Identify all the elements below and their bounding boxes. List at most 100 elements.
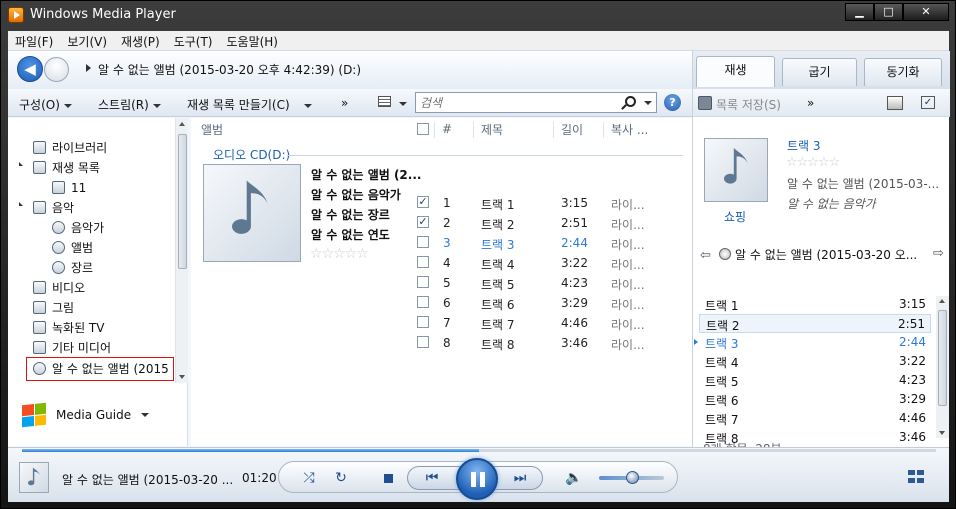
nav-playlist-11[interactable]: 11	[52, 178, 86, 197]
column-title[interactable]: 제목	[481, 118, 503, 140]
track-checkbox[interactable]: ✓	[417, 216, 429, 228]
track-checkbox[interactable]	[417, 236, 429, 248]
nav-genre[interactable]: 장르	[52, 258, 93, 277]
playlist-item[interactable]: 트랙 7 4:46	[699, 409, 931, 428]
list-options-icon[interactable]	[887, 96, 903, 110]
nav-playlists[interactable]: 재생 목록	[33, 158, 100, 177]
playlist-scrollbar[interactable]	[936, 296, 949, 438]
menu-play[interactable]: 재생(P)	[114, 31, 167, 50]
toolbar-more-button[interactable]: »	[341, 96, 348, 110]
switch-to-now-playing-icon[interactable]	[908, 470, 926, 484]
create-playlist-menu[interactable]: 재생 목록 만들기(C)	[187, 96, 312, 113]
nav-artist[interactable]: 음악가	[52, 218, 104, 237]
track-checkbox[interactable]	[417, 276, 429, 288]
track-row[interactable]: 3 트랙 3 2:44 라이...	[417, 233, 692, 253]
column-number[interactable]: #	[442, 118, 452, 140]
nav-recorded-tv[interactable]: 녹화된 TV	[33, 318, 104, 337]
nav-music[interactable]: 음악	[33, 198, 74, 217]
menu-file[interactable]: 파일(F)	[8, 31, 60, 50]
title-bar[interactable]: Windows Media Player ▁ □ ✕	[1, 1, 955, 29]
search-input[interactable]	[420, 95, 615, 111]
now-playing-art[interactable]	[704, 138, 768, 202]
search-box[interactable]	[415, 92, 657, 113]
track-row[interactable]: ✓ 1 트랙 1 3:15 라이...	[417, 193, 692, 213]
track-row[interactable]: 4 트랙 4 3:22 라이...	[417, 253, 692, 273]
seek-bar[interactable]	[22, 449, 936, 452]
collapse-icon[interactable]	[19, 202, 27, 206]
album-artist[interactable]: 알 수 없는 음악가	[311, 186, 401, 203]
scroll-up-icon[interactable]	[939, 299, 945, 303]
column-rip-status[interactable]: 복사 ...	[611, 118, 648, 140]
scroll-down-icon[interactable]	[939, 431, 945, 435]
playlist-item[interactable]: 트랙 6 3:29	[699, 390, 931, 409]
nav-scroll-thumb[interactable]	[178, 134, 187, 269]
playlist-scroll-thumb[interactable]	[938, 310, 947, 406]
help-icon[interactable]: ?	[664, 94, 681, 111]
volume-knob[interactable]	[625, 471, 639, 484]
album-year[interactable]: 알 수 없는 연도	[311, 226, 390, 243]
playlist-name[interactable]: 알 수 없는 앨범 (2015-03-20 오...	[735, 246, 917, 263]
track-checkbox[interactable]	[417, 296, 429, 308]
maximize-button[interactable]: □	[874, 3, 903, 21]
column-length[interactable]: 길이	[561, 118, 583, 140]
nav-pictures[interactable]: 그림	[33, 298, 74, 317]
menu-help[interactable]: 도움말(H)	[219, 31, 285, 50]
track-row[interactable]: 5 트랙 5 4:23 라이...	[417, 273, 692, 293]
group-header[interactable]: 오디오 CD(D:)	[213, 146, 290, 163]
menu-view[interactable]: 보기(V)	[60, 31, 114, 50]
shuffle-icon[interactable]: ⤮	[299, 468, 319, 488]
nav-scrollbar[interactable]	[175, 118, 188, 383]
now-playing-rating[interactable]: ☆☆☆☆☆	[786, 155, 840, 170]
track-row[interactable]: ✓ 2 트랙 2 2:51 라이...	[417, 213, 692, 233]
organize-menu[interactable]: 구성(O)	[19, 96, 72, 113]
track-checkbox[interactable]	[417, 256, 429, 268]
scroll-up-icon[interactable]	[179, 122, 185, 126]
tab-play[interactable]: 재생	[696, 56, 775, 87]
breadcrumb[interactable]: 알 수 없는 앨범 (2015-03-20 오후 4:42:39) (D:)	[98, 61, 361, 78]
column-album[interactable]: 앨범	[201, 118, 223, 140]
now-playing-artist[interactable]: 알 수 없는 음악가	[787, 195, 876, 212]
album-rating-stars[interactable]: ☆☆☆☆☆	[310, 246, 369, 262]
album-name[interactable]: 알 수 없는 앨범 (2...	[311, 166, 421, 183]
view-options-button[interactable]	[378, 96, 407, 110]
prev-list-arrow-icon[interactable]: ⇦	[700, 248, 711, 263]
playlist-item[interactable]: 트랙 4 3:22	[699, 352, 931, 371]
collapse-icon[interactable]	[19, 162, 27, 166]
playlist-item[interactable]: 트랙 5 4:23	[699, 371, 931, 390]
album-art[interactable]	[203, 164, 301, 262]
close-button[interactable]: ✕	[903, 3, 949, 21]
stop-icon[interactable]	[384, 474, 393, 483]
search-icon[interactable]	[625, 96, 636, 107]
next-list-arrow-icon[interactable]: ⇨	[933, 246, 944, 261]
nav-video[interactable]: 비디오	[33, 278, 85, 297]
track-checkbox[interactable]: ✓	[417, 196, 429, 208]
save-list-button[interactable]: 목록 저장(S)	[716, 96, 781, 113]
next-icon[interactable]: ⏭	[510, 468, 530, 488]
stream-menu[interactable]: 스트림(R)	[98, 96, 161, 113]
repeat-icon[interactable]: ↻	[331, 468, 351, 488]
breadcrumb-arrow-icon[interactable]	[86, 64, 91, 72]
volume-icon[interactable]: 🔈	[564, 468, 584, 488]
now-playing-title[interactable]: 트랙 3	[787, 137, 821, 154]
list-check-icon[interactable]: ✓	[921, 96, 935, 109]
tab-sync[interactable]: 동기화	[864, 58, 942, 86]
scroll-down-icon[interactable]	[179, 375, 185, 379]
previous-icon[interactable]: ⏮	[422, 468, 442, 488]
nav-library[interactable]: 라이브러리	[33, 138, 107, 157]
track-row[interactable]: 6 트랙 6 3:29 라이...	[417, 293, 692, 313]
list-more-button[interactable]: »	[807, 96, 814, 110]
track-row[interactable]: 8 트랙 8 3:46 라이...	[417, 333, 692, 353]
nav-other-media[interactable]: 기타 미디어	[33, 338, 111, 357]
track-row[interactable]: 7 트랙 7 4:46 라이...	[417, 313, 692, 333]
nav-album[interactable]: 앨범	[52, 238, 93, 257]
pause-button[interactable]	[456, 458, 498, 500]
minimize-button[interactable]: ▁	[845, 3, 874, 21]
back-button[interactable]: ◀	[17, 56, 43, 82]
track-checkbox[interactable]	[417, 336, 429, 348]
now-playing-album[interactable]: 알 수 없는 앨범 (2015-03-...	[787, 175, 939, 192]
forward-button[interactable]	[44, 57, 69, 82]
track-checkbox[interactable]	[417, 316, 429, 328]
mini-album-art[interactable]	[19, 462, 49, 493]
playlist-item[interactable]: 트랙 1 3:15	[699, 295, 931, 314]
shopping-link[interactable]: 쇼핑	[724, 208, 746, 225]
